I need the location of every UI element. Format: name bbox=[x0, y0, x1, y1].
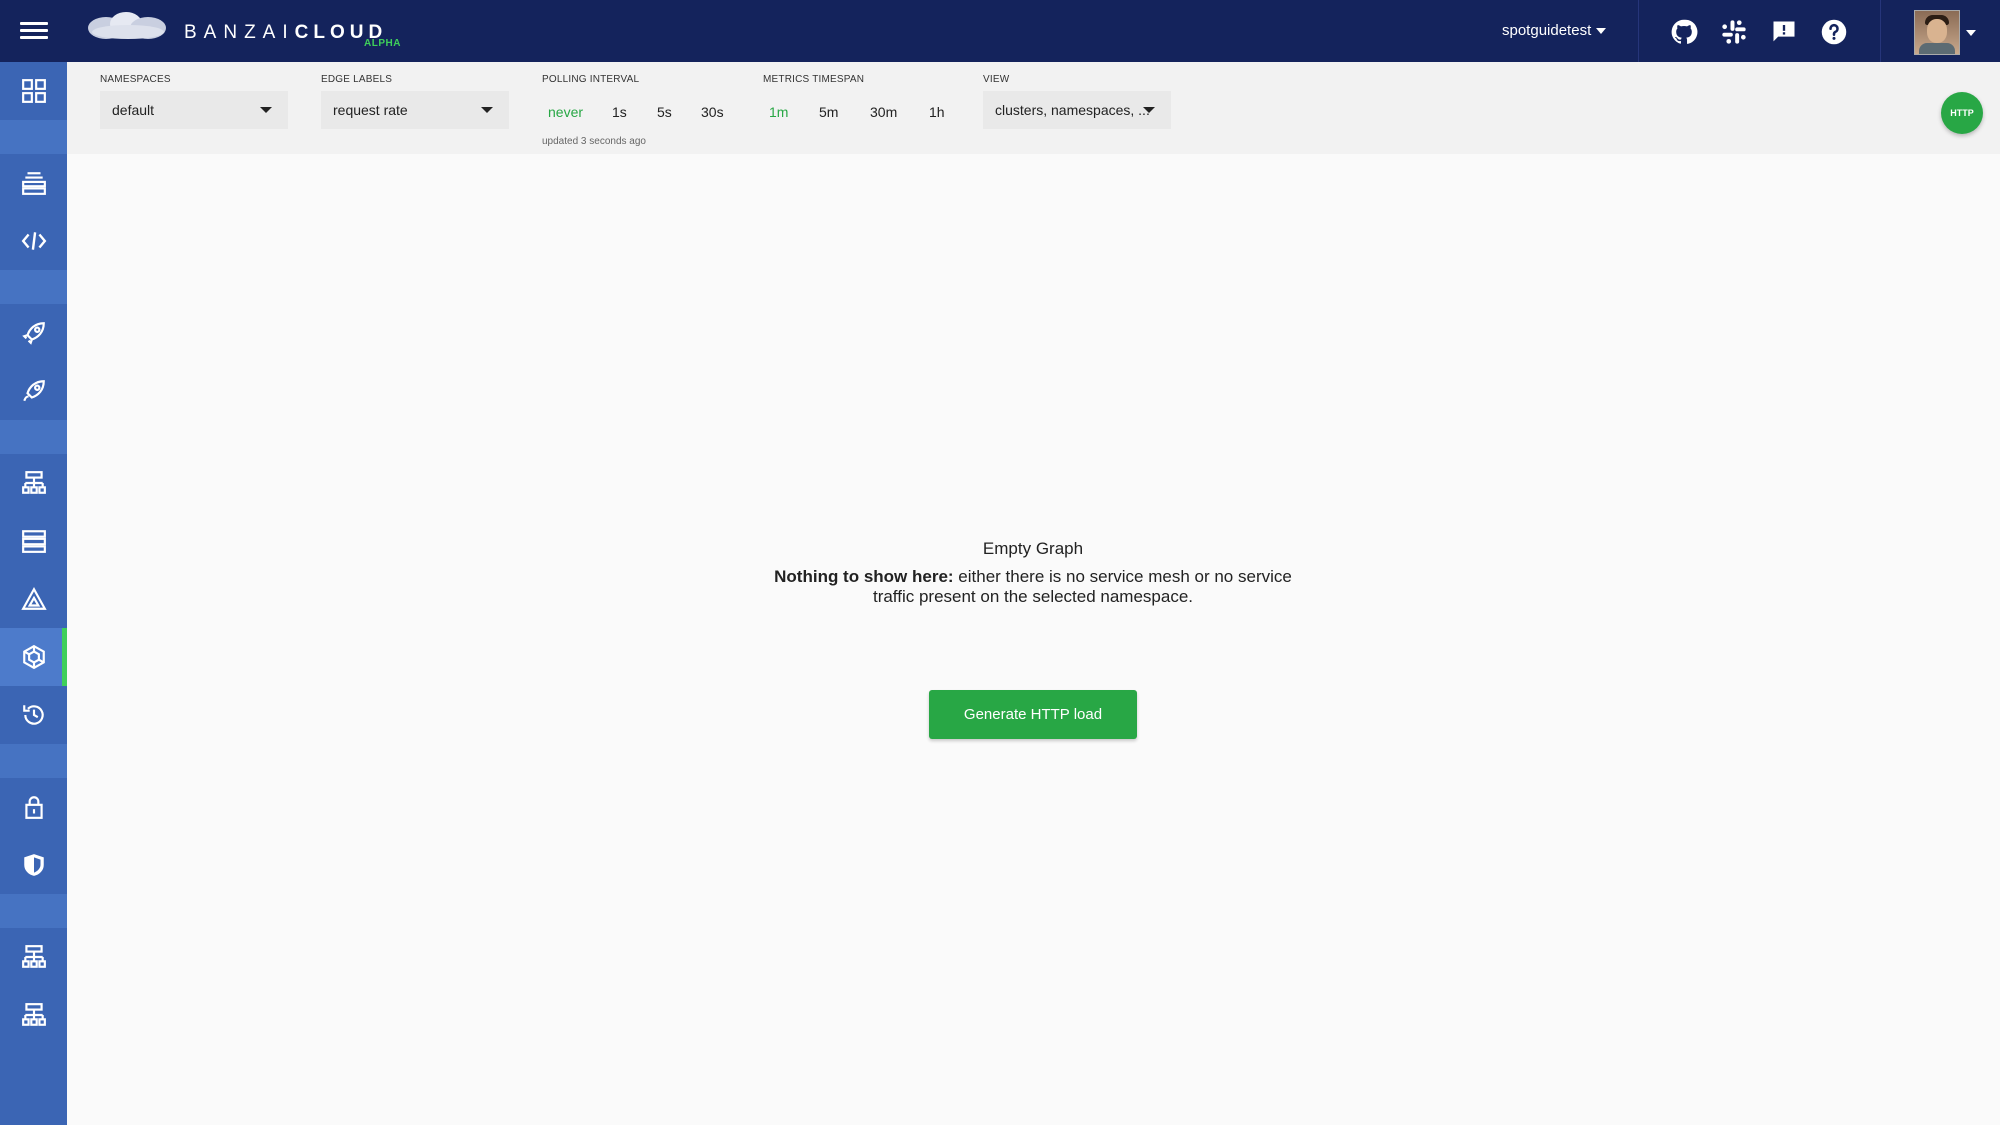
topology-icon bbox=[22, 471, 46, 494]
brand-light-text: BANZAI bbox=[184, 22, 295, 43]
sidebar-item-code[interactable] bbox=[0, 212, 67, 270]
chevron-down-icon[interactable] bbox=[1966, 30, 1976, 36]
namespaces-select[interactable]: default bbox=[100, 91, 288, 129]
lock-icon bbox=[25, 796, 43, 819]
code-icon bbox=[21, 232, 47, 250]
sidebar-divider bbox=[0, 120, 67, 154]
rocket-icon bbox=[22, 322, 45, 345]
slack-icon[interactable] bbox=[1720, 18, 1748, 46]
namespaces-label: NAMESPACES bbox=[100, 74, 171, 85]
rocket-alt-icon bbox=[23, 380, 45, 402]
empty-graph-message: Nothing to show here: either there is no… bbox=[760, 567, 1306, 607]
empty-graph-title: Empty Graph bbox=[982, 539, 1084, 558]
history-icon bbox=[23, 705, 44, 725]
view-value: clusters, namespaces, ... bbox=[995, 102, 1150, 118]
polling-option-30s[interactable]: 30s bbox=[701, 104, 724, 120]
layers-icon bbox=[22, 172, 46, 195]
timespan-option-1h[interactable]: 1h bbox=[929, 104, 945, 120]
github-icon[interactable] bbox=[1670, 18, 1698, 46]
polling-option-5s[interactable]: 5s bbox=[657, 104, 672, 120]
http-fab-button[interactable]: HTTP bbox=[1941, 92, 1983, 134]
sidebar-item-layers[interactable] bbox=[0, 154, 67, 212]
chevron-down-icon bbox=[1143, 107, 1155, 113]
edge-labels-select[interactable]: request rate bbox=[321, 91, 509, 129]
edge-labels-value: request rate bbox=[333, 102, 408, 118]
cloud-logo-icon bbox=[88, 12, 166, 39]
banzai-cloud-logo[interactable]: BANZAICLOUD ALPHA bbox=[86, 10, 416, 54]
sidebar-item-secrets[interactable] bbox=[0, 778, 67, 836]
divider bbox=[1638, 0, 1639, 62]
shield-icon bbox=[24, 854, 44, 876]
sidebar-item-topology[interactable] bbox=[0, 454, 67, 512]
menu-icon[interactable] bbox=[20, 18, 48, 44]
generate-http-load-button[interactable]: Generate HTTP load bbox=[929, 690, 1137, 739]
chevron-down-icon bbox=[1596, 28, 1607, 35]
pyramid-icon bbox=[21, 587, 47, 610]
edge-labels-label: EDGE LABELS bbox=[321, 74, 393, 85]
avatar[interactable] bbox=[1914, 10, 1960, 55]
dashboard-icon bbox=[22, 79, 46, 103]
graph-filter-bar: NAMESPACES default EDGE LABELS request r… bbox=[67, 62, 2000, 154]
sidebar-item-deployments[interactable] bbox=[0, 304, 67, 362]
brand-name: BANZAICLOUD bbox=[184, 22, 387, 44]
help-icon[interactable] bbox=[1820, 18, 1848, 46]
view-label: VIEW bbox=[983, 74, 1010, 85]
sidebar-divider bbox=[0, 270, 67, 304]
polling-option-never[interactable]: never bbox=[548, 104, 583, 120]
chevron-down-icon bbox=[260, 107, 272, 113]
view-select[interactable]: clusters, namespaces, ... bbox=[983, 91, 1171, 129]
sidebar-item-security[interactable] bbox=[0, 836, 67, 894]
alpha-badge: ALPHA bbox=[364, 38, 401, 49]
top-bar: BANZAICLOUD ALPHA spotguidetest bbox=[0, 0, 2000, 62]
list-icon bbox=[22, 530, 46, 553]
sidebar-divider bbox=[0, 894, 67, 928]
polling-interval-label: POLLING INTERVAL bbox=[542, 74, 640, 85]
sidebar-item-list[interactable] bbox=[0, 512, 67, 570]
service-mesh-icon bbox=[23, 644, 45, 670]
chevron-down-icon bbox=[481, 107, 493, 113]
timespan-option-1m[interactable]: 1m bbox=[769, 104, 788, 120]
org-selector[interactable]: spotguidetest bbox=[1502, 22, 1607, 39]
org-name: spotguidetest bbox=[1502, 22, 1592, 39]
network-alt-icon bbox=[22, 1003, 46, 1026]
network-icon bbox=[22, 945, 46, 968]
sidebar bbox=[0, 62, 67, 1125]
namespaces-value: default bbox=[112, 102, 155, 118]
sidebar-item-service-mesh[interactable] bbox=[0, 628, 67, 686]
divider bbox=[1880, 0, 1881, 62]
sidebar-item-pyramid[interactable] bbox=[0, 570, 67, 628]
sidebar-item-spotguides[interactable] bbox=[0, 362, 67, 420]
polling-option-1s[interactable]: 1s bbox=[612, 104, 627, 120]
sidebar-item-network[interactable] bbox=[0, 928, 67, 986]
empty-graph-message-bold: Nothing to show here: bbox=[774, 567, 954, 586]
metrics-timespan-label: METRICS TIMESPAN bbox=[763, 74, 865, 85]
timespan-option-5m[interactable]: 5m bbox=[819, 104, 838, 120]
last-updated-text: updated 3 seconds ago bbox=[542, 136, 646, 147]
timespan-option-30m[interactable]: 30m bbox=[870, 104, 897, 120]
sidebar-item-network-alt[interactable] bbox=[0, 986, 67, 1044]
sidebar-item-history[interactable] bbox=[0, 686, 67, 744]
sidebar-item-dashboard[interactable] bbox=[0, 62, 67, 120]
feedback-icon[interactable] bbox=[1770, 18, 1798, 46]
sidebar-divider bbox=[0, 420, 67, 454]
sidebar-divider bbox=[0, 744, 67, 778]
